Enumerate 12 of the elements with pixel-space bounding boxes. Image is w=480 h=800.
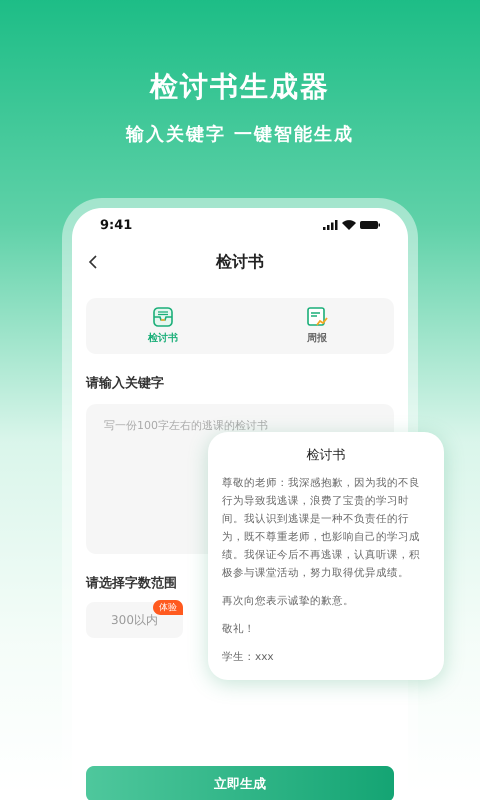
section-label: 请输入关键字 — [86, 374, 164, 392]
app-title: 检讨书生成器 — [150, 69, 330, 105]
app-subtitle: 输入关键字 一键智能生成 — [126, 123, 354, 146]
preview-title: 检讨书 — [306, 447, 346, 464]
trial-badge: 体验 — [153, 600, 183, 615]
section-label: 请选择字数范围 — [86, 574, 177, 592]
preview-paragraph: 再次向您表示诚挚的歉意。 — [222, 594, 355, 609]
preview-paragraph: 尊敬的老师：我深感抱歉，因为我的不良行为导致我逃课，浪费了宝贵的学习时间。我认识到逃课是一种不负责任的行为，既不尊重老师，也影响自己的学习成绩。我保证今后不再逃课，认真听课，积极参与课堂活动，努力取得优异成绩。 — [222, 476, 421, 581]
preview-paragraph: 学生：xxx — [222, 650, 275, 665]
status-time: 9:41 — [100, 218, 132, 232]
page-title: 检讨书 — [216, 252, 264, 272]
preview-paragraph: 敬礼！ — [222, 622, 256, 637]
